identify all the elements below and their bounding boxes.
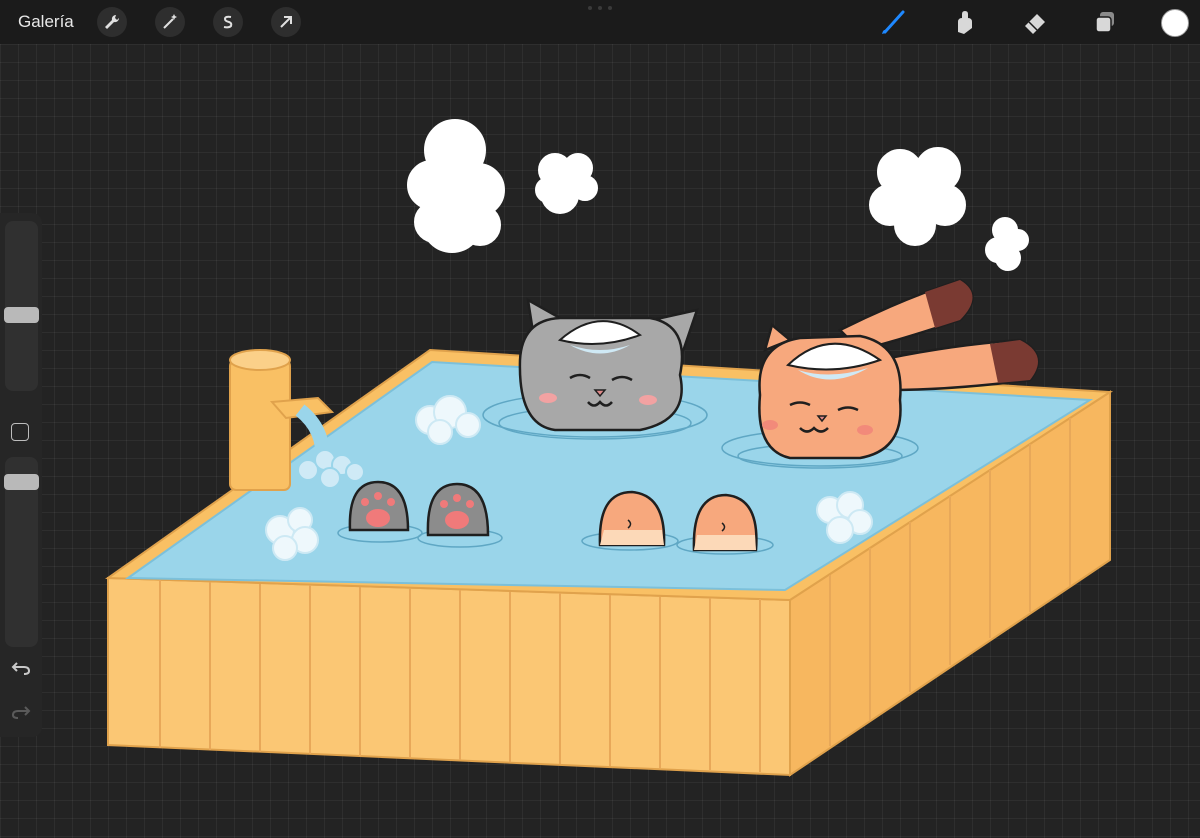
steam-cloud: [869, 147, 966, 246]
wrench-icon: [105, 14, 120, 29]
left-sidebar: [0, 213, 42, 737]
gallery-button[interactable]: Galería: [18, 12, 74, 32]
opacity-thumb[interactable]: [4, 474, 39, 490]
smudge-icon: [958, 11, 972, 34]
adjustments-button[interactable]: [155, 7, 185, 37]
smudge-button[interactable]: [949, 7, 979, 37]
selection-button[interactable]: [213, 7, 243, 37]
transform-button[interactable]: [271, 7, 301, 37]
steam-cloud: [985, 217, 1029, 271]
magic-wand-icon: [163, 14, 177, 29]
modifier-button[interactable]: [11, 423, 29, 441]
brush-size-slider[interactable]: [5, 221, 38, 391]
brush-button[interactable]: [878, 7, 908, 37]
gray-cat: [518, 297, 699, 432]
layers-button[interactable]: [1090, 7, 1120, 37]
drawing-canvas[interactable]: [0, 44, 1200, 838]
eraser-icon: [1025, 14, 1045, 34]
artwork: [104, 119, 1114, 777]
undo-button[interactable]: [8, 657, 34, 679]
brush-size-thumb[interactable]: [4, 307, 39, 323]
redo-icon: [11, 706, 31, 719]
selection-s-icon: [223, 15, 233, 29]
steam-cloud: [535, 153, 598, 214]
steam-cloud: [407, 119, 505, 253]
top-toolbar: Galería: [0, 0, 1200, 44]
arrow-cursor-icon: [280, 16, 292, 28]
eraser-button[interactable]: [1020, 7, 1050, 37]
layers-icon: [1095, 12, 1114, 33]
undo-icon: [11, 662, 31, 675]
brush-icon: [882, 10, 905, 34]
color-picker-button[interactable]: [1161, 9, 1189, 37]
redo-button[interactable]: [8, 701, 34, 723]
grabber-handle[interactable]: [588, 6, 612, 10]
actions-button[interactable]: [97, 7, 127, 37]
